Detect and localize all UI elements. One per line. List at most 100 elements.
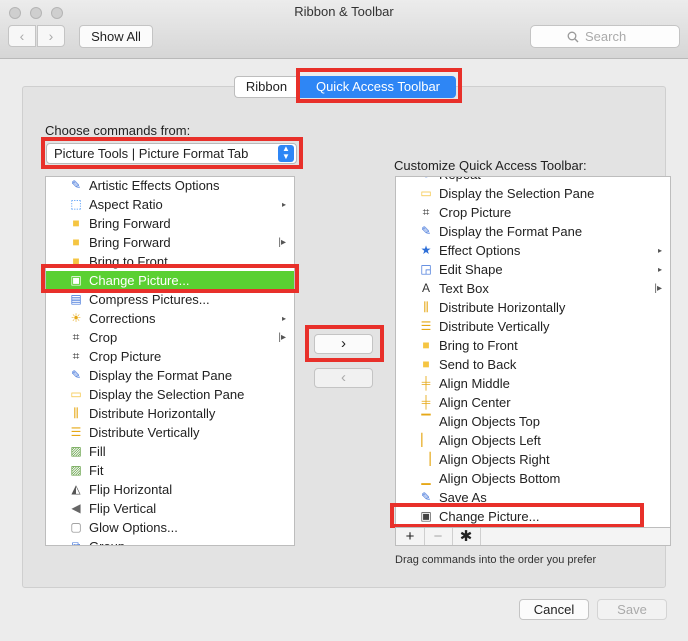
crop-icon: ⌗: [72, 330, 80, 344]
tab-quick-access-toolbar[interactable]: Quick Access Toolbar: [300, 76, 456, 98]
available-list-item[interactable]: ◀ Flip Vertical: [46, 499, 294, 518]
toolbar-list-item[interactable]: ✎ Display the Format Pane: [396, 222, 670, 241]
gear-icon: ✱: [459, 528, 473, 545]
toolbar-list-item[interactable]: ■ Send to Back: [396, 355, 670, 374]
toolbar-item-label: Align Objects Bottom: [439, 471, 561, 486]
toolbar-list-item[interactable]: ⌗ Crop Picture: [396, 203, 670, 222]
show-all-button[interactable]: Show All: [79, 25, 153, 48]
available-list-item[interactable]: ▭ Display the Selection Pane: [46, 385, 294, 404]
available-list-item[interactable]: ☀ Corrections ▸: [46, 309, 294, 328]
toolbar-item-label: Crop Picture: [439, 205, 512, 220]
available-item-label: Crop: [89, 330, 118, 345]
available-list-item[interactable]: ■ Bring Forward |▸: [46, 233, 294, 252]
toolbar-list-item[interactable]: ╪ Align Middle: [396, 374, 670, 393]
available-list-item[interactable]: ⫼ Distribute Horizontally: [46, 404, 294, 423]
toolbar-list-item[interactable]: ★ Effect Options ▸: [396, 241, 670, 260]
available-item-label: Change Picture...: [89, 273, 190, 288]
available-list-item[interactable]: ▢ Glow Options...: [46, 518, 294, 537]
available-list-item[interactable]: ⧉ Group: [46, 537, 294, 546]
available-item-label: Crop Picture: [89, 349, 162, 364]
selection-pane-icon: ▭: [420, 186, 432, 200]
save-as-icon: ✎: [420, 490, 432, 504]
fit-picture-icon: ▨: [70, 463, 82, 477]
toolbar-list-item[interactable]: ▏ Align Objects Left: [396, 431, 670, 450]
bring-to-front-icon: ■: [422, 338, 430, 352]
available-item-label: Artistic Effects Options: [89, 178, 220, 193]
toolbar-list-item[interactable]: ▕ Align Objects Right: [396, 450, 670, 469]
compress-pictures-icon: ▤: [70, 292, 82, 306]
toolbar-list-item[interactable]: ▔ Align Objects Top: [396, 412, 670, 431]
available-item-label: Aspect Ratio: [89, 197, 163, 212]
command-source-select[interactable]: Picture Tools | Picture Format Tab ▲ ▼: [46, 143, 297, 164]
toolbar-commands-list[interactable]: ↻ Repeat ▭ Display the Selection Pane ⌗ Crop …: [395, 176, 671, 528]
cancel-button[interactable]: Cancel: [519, 599, 589, 620]
available-list-item[interactable]: ☰ Distribute Vertically: [46, 423, 294, 442]
submenu-arrow-icon: ▸: [657, 246, 662, 255]
available-list-item[interactable]: ■ Bring to Front: [46, 252, 294, 271]
available-list-item[interactable]: ⬚ Aspect Ratio ▸: [46, 195, 294, 214]
toolbar-list-item[interactable]: ▁ Align Objects Bottom: [396, 469, 670, 488]
title-bar: Ribbon & Toolbar ‹ › Show All Search: [0, 0, 688, 59]
drag-hint: Drag commands into the order you prefer: [395, 554, 597, 566]
available-list-item[interactable]: ▣ Change Picture...: [46, 271, 294, 290]
list-actions-bar: + − ✱: [395, 527, 671, 546]
align-bottom-icon: ▁: [421, 471, 431, 485]
align-left-icon: ▏: [421, 433, 431, 447]
submenu-arrow-icon: ▸: [657, 265, 662, 274]
group-icon: ⧉: [71, 539, 81, 546]
available-list-item[interactable]: ◭ Flip Horizontal: [46, 480, 294, 499]
toolbar-list-item[interactable]: ▣ Change Picture...: [396, 507, 670, 526]
available-list-item[interactable]: ⌗ Crop |▸: [46, 328, 294, 347]
available-item-label: Group: [89, 537, 125, 545]
tab-ribbon[interactable]: Ribbon: [234, 76, 298, 98]
toolbar-list-item[interactable]: ✎ Save As: [396, 488, 670, 507]
distribute-horizontally-icon: ⫼: [423, 300, 429, 314]
chevron-left-icon: ‹: [19, 28, 25, 44]
add-command-button[interactable]: ›: [314, 334, 373, 354]
selection-pane-icon: ▭: [70, 387, 82, 401]
plus-icon: +: [405, 528, 415, 545]
available-list-item[interactable]: ⌗ Crop Picture: [46, 347, 294, 366]
toolbar-list-item[interactable]: ↻ Repeat: [396, 177, 670, 184]
toolbar-list-item[interactable]: ☰ Distribute Vertically: [396, 317, 670, 336]
back-button[interactable]: ‹: [8, 25, 36, 47]
available-list-item[interactable]: ▨ Fill: [46, 442, 294, 461]
toolbar-list-item[interactable]: ╪ Align Center: [396, 393, 670, 412]
available-list-item[interactable]: ■ Bring Forward: [46, 214, 294, 233]
effect-options-icon: ★: [420, 243, 432, 257]
available-item-label: Corrections: [89, 311, 156, 326]
bring-forward-icon: ■: [72, 216, 80, 230]
available-item-label: Display the Format Pane: [89, 368, 233, 383]
align-top-icon: ▔: [421, 414, 431, 428]
remove-item-button[interactable]: −: [424, 528, 453, 545]
available-item-label: Bring to Front: [89, 254, 168, 269]
bring-forward-icon: ■: [72, 235, 80, 249]
toolbar-list-item[interactable]: ■ Bring to Front: [396, 336, 670, 355]
available-list-item[interactable]: ✎ Artistic Effects Options: [46, 177, 294, 195]
forward-button[interactable]: ›: [37, 25, 65, 47]
toolbar-item-label: Edit Shape: [439, 262, 503, 277]
available-list-item[interactable]: ▤ Compress Pictures...: [46, 290, 294, 309]
toolbar-list-item[interactable]: ⫼ Distribute Horizontally: [396, 298, 670, 317]
available-list-item[interactable]: ✎ Display the Format Pane: [46, 366, 294, 385]
settings-button[interactable]: ✱: [452, 528, 481, 545]
available-item-label: Bring Forward: [89, 216, 171, 231]
available-list-item[interactable]: ▨ Fit: [46, 461, 294, 480]
toolbar-list-item[interactable]: ▭ Display the Selection Pane: [396, 184, 670, 203]
save-button[interactable]: Save: [597, 599, 667, 620]
toolbar-item-label: Distribute Vertically: [439, 319, 550, 334]
remove-command-button[interactable]: ‹: [314, 368, 373, 388]
toolbar-list-item[interactable]: A Text Box |▸: [396, 279, 670, 298]
available-item-label: Fill: [89, 444, 106, 459]
toolbar-item-label: Bring to Front: [439, 338, 518, 353]
toolbar-list-item[interactable]: ◲ Edit Shape ▸: [396, 260, 670, 279]
distribute-vertically-icon: ☰: [420, 319, 432, 333]
search-field[interactable]: Search: [530, 25, 680, 48]
change-picture-icon: ▣: [70, 273, 82, 287]
chevron-right-icon: ›: [341, 335, 346, 352]
available-commands-list[interactable]: ✎ Artistic Effects Options ⬚ Aspect Ratio ▸ ■…: [45, 176, 295, 546]
add-item-button[interactable]: +: [396, 528, 425, 545]
available-item-label: Bring Forward: [89, 235, 171, 250]
fill-picture-icon: ▨: [70, 444, 82, 458]
aspect-ratio-icon: ⬚: [70, 197, 82, 211]
